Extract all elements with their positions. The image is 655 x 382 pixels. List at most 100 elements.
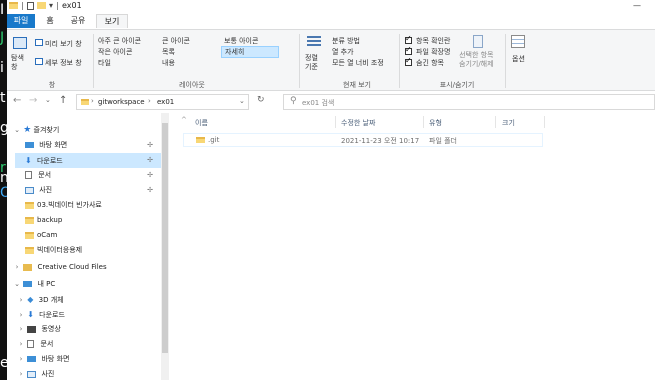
item-checkboxes-label: 항목 확인란 — [416, 37, 451, 45]
breadcrumb-chevron-icon[interactable]: › — [91, 97, 94, 105]
layout-extra-large-icons[interactable]: 아주 큰 아이콘 — [98, 36, 141, 46]
column-header-type[interactable]: 유형 — [429, 118, 442, 128]
chevron-right-icon[interactable]: › — [13, 260, 21, 275]
forward-arrow-icon[interactable]: → — [29, 95, 37, 106]
file-name: .git — [208, 136, 220, 144]
tab-file[interactable]: 파일 — [7, 14, 35, 28]
column-header-name[interactable]: 이름 — [195, 118, 208, 128]
nav-scrollbar[interactable] — [161, 113, 169, 380]
refresh-icon[interactable]: ↻ — [257, 95, 265, 105]
hide-selected-button[interactable]: 선택한 항목 숨기기/해제 — [459, 51, 494, 69]
chevron-right-icon[interactable]: › — [17, 322, 25, 337]
nav-label: 바탕 화면 — [41, 355, 70, 363]
sort-by-button[interactable]: 정렬 기준 — [305, 54, 318, 72]
breadcrumb-chevron-icon[interactable]: › — [148, 97, 151, 105]
nav-label: 다운로드 — [36, 157, 63, 165]
column-header-date[interactable]: 수정한 날짜 — [341, 118, 375, 128]
background-desktop: I J i t g r n O e — [0, 0, 11, 380]
fit-columns-button[interactable]: 모든 열 너비 조정 — [332, 58, 384, 68]
file-extensions-checkbox[interactable] — [405, 45, 412, 55]
layout-tiles[interactable]: 타일 — [98, 58, 111, 68]
address-bar[interactable]: › gitworkspace › ex01 ⌄ — [76, 94, 249, 110]
hide-selected-icon — [473, 35, 483, 48]
layout-content[interactable]: 내용 — [162, 58, 175, 68]
nav-creative-cloud[interactable]: › Creative Cloud Files — [13, 260, 107, 275]
nav-this-pc[interactable]: ⌄ 내 PC — [13, 277, 55, 292]
nav-pc-desktop[interactable]: › 바탕 화면 — [17, 352, 70, 367]
recent-locations-chevron-icon[interactable]: ⌄ — [45, 96, 51, 104]
nav-item-ocam[interactable]: oCam — [25, 228, 57, 243]
details-pane-button[interactable]: 세부 정보 창 — [45, 58, 82, 68]
column-header-size[interactable]: 크기 — [502, 118, 515, 128]
properties-icon[interactable] — [27, 2, 34, 10]
nav-item-backup[interactable]: backup — [25, 213, 62, 228]
minimize-button[interactable]: — — [633, 1, 641, 10]
nav-item-bigdata-app[interactable]: 빅데이터응용제 — [25, 243, 82, 258]
back-arrow-icon[interactable]: ← — [13, 95, 21, 106]
group-by-button[interactable]: 분류 방법 — [332, 36, 360, 46]
breadcrumb-gitworkspace[interactable]: gitworkspace — [98, 98, 145, 106]
nav-label: oCam — [37, 231, 58, 239]
nav-label: 문서 — [40, 340, 54, 348]
layout-list[interactable]: 목록 — [162, 47, 175, 57]
address-dropdown-icon[interactable]: ⌄ — [239, 97, 245, 105]
ribbon-view: 탐색 창 미리 보기 창 세부 정보 창 창 아주 큰 아이콘 큰 아이콘 보통… — [7, 29, 655, 91]
chevron-right-icon[interactable]: › — [17, 337, 25, 352]
computer-icon — [23, 281, 33, 287]
search-input[interactable]: ⚲ ex01 검색 — [283, 94, 655, 110]
tab-home[interactable]: 홈 — [41, 14, 59, 28]
nav-item-bigdata-folder[interactable]: 03.빅데이터 빈가사료 — [25, 198, 102, 213]
nav-label: 03.빅데이터 빈가사료 — [37, 201, 102, 209]
layout-details[interactable]: 자세히 — [221, 46, 279, 58]
new-folder-icon[interactable] — [37, 2, 46, 9]
details-pane-icon — [35, 58, 43, 65]
tab-share[interactable]: 공유 — [65, 14, 91, 28]
picture-icon — [25, 186, 34, 194]
nav-pc-documents[interactable]: › 문서 — [17, 337, 53, 352]
nav-item-desktop[interactable]: 바탕 화면 ✢ — [25, 138, 161, 153]
chevron-right-icon[interactable]: › — [17, 352, 25, 367]
chevron-right-icon[interactable]: › — [17, 293, 25, 308]
bg-char: t — [0, 90, 6, 106]
column-divider[interactable] — [423, 116, 424, 128]
options-button[interactable]: 옵션 — [512, 54, 525, 64]
nav-item-downloads[interactable]: ⬇ 다운로드 ✢ — [15, 153, 161, 168]
table-row[interactable]: .git 2021-11-23 오전 10:17 파일 폴더 — [183, 133, 543, 147]
picture-icon — [27, 370, 37, 378]
navigation-pane: ⌄ ★ 즐겨찾기 바탕 화면 ✢ ⬇ 다운로드 ✢ 문서 ✢ 사진 ✢ 03.빅… — [7, 113, 168, 380]
nav-pc-downloads[interactable]: › ⬇ 다운로드 — [17, 307, 65, 322]
column-divider[interactable] — [335, 116, 336, 128]
separator-icon: | — [56, 1, 59, 10]
chevron-down-icon[interactable]: ⌄ — [13, 277, 21, 292]
nav-item-documents[interactable]: 문서 ✢ — [25, 168, 161, 183]
nav-label: 3D 개체 — [38, 296, 64, 304]
up-arrow-icon[interactable]: ↑ — [59, 95, 67, 106]
navigation-pane-button[interactable]: 탐색 창 — [11, 54, 24, 72]
tab-view[interactable]: 보기 — [96, 14, 128, 28]
scrollbar-thumb[interactable] — [162, 123, 168, 353]
layout-medium-icons[interactable]: 보통 아이콘 — [224, 36, 258, 46]
column-divider[interactable] — [495, 116, 496, 128]
preview-pane-icon — [35, 39, 43, 46]
hidden-items-checkbox[interactable] — [405, 56, 412, 66]
folder-icon — [25, 231, 34, 239]
item-checkboxes-checkbox[interactable] — [405, 34, 412, 44]
quick-access-dropdown-icon[interactable]: ▾ — [49, 1, 53, 10]
breadcrumb-ex01[interactable]: ex01 — [157, 98, 174, 106]
chevron-right-icon[interactable]: › — [17, 308, 25, 323]
preview-pane-button[interactable]: 미리 보기 창 — [45, 39, 82, 49]
add-columns-button[interactable]: 열 추가 — [332, 47, 354, 57]
layout-large-icons[interactable]: 큰 아이콘 — [162, 36, 190, 46]
nav-label: Creative Cloud Files — [37, 263, 107, 271]
column-divider[interactable] — [544, 116, 545, 128]
file-extensions-label: 파일 확장명 — [416, 48, 451, 56]
chevron-down-icon[interactable]: ⌄ — [13, 123, 21, 138]
nav-pc-3d-objects[interactable]: › ◆ 3D 개체 — [17, 292, 64, 307]
ribbon-divider — [93, 34, 94, 88]
nav-label: 즐겨찾기 — [33, 126, 60, 134]
nav-pc-videos[interactable]: › 동영상 — [17, 322, 61, 337]
layout-small-icons[interactable]: 작은 아이콘 — [98, 47, 132, 57]
nav-item-pictures[interactable]: 사진 ✢ — [25, 183, 161, 198]
document-icon — [25, 171, 32, 179]
nav-quick-access[interactable]: ⌄ ★ 즐겨찾기 — [13, 123, 59, 138]
